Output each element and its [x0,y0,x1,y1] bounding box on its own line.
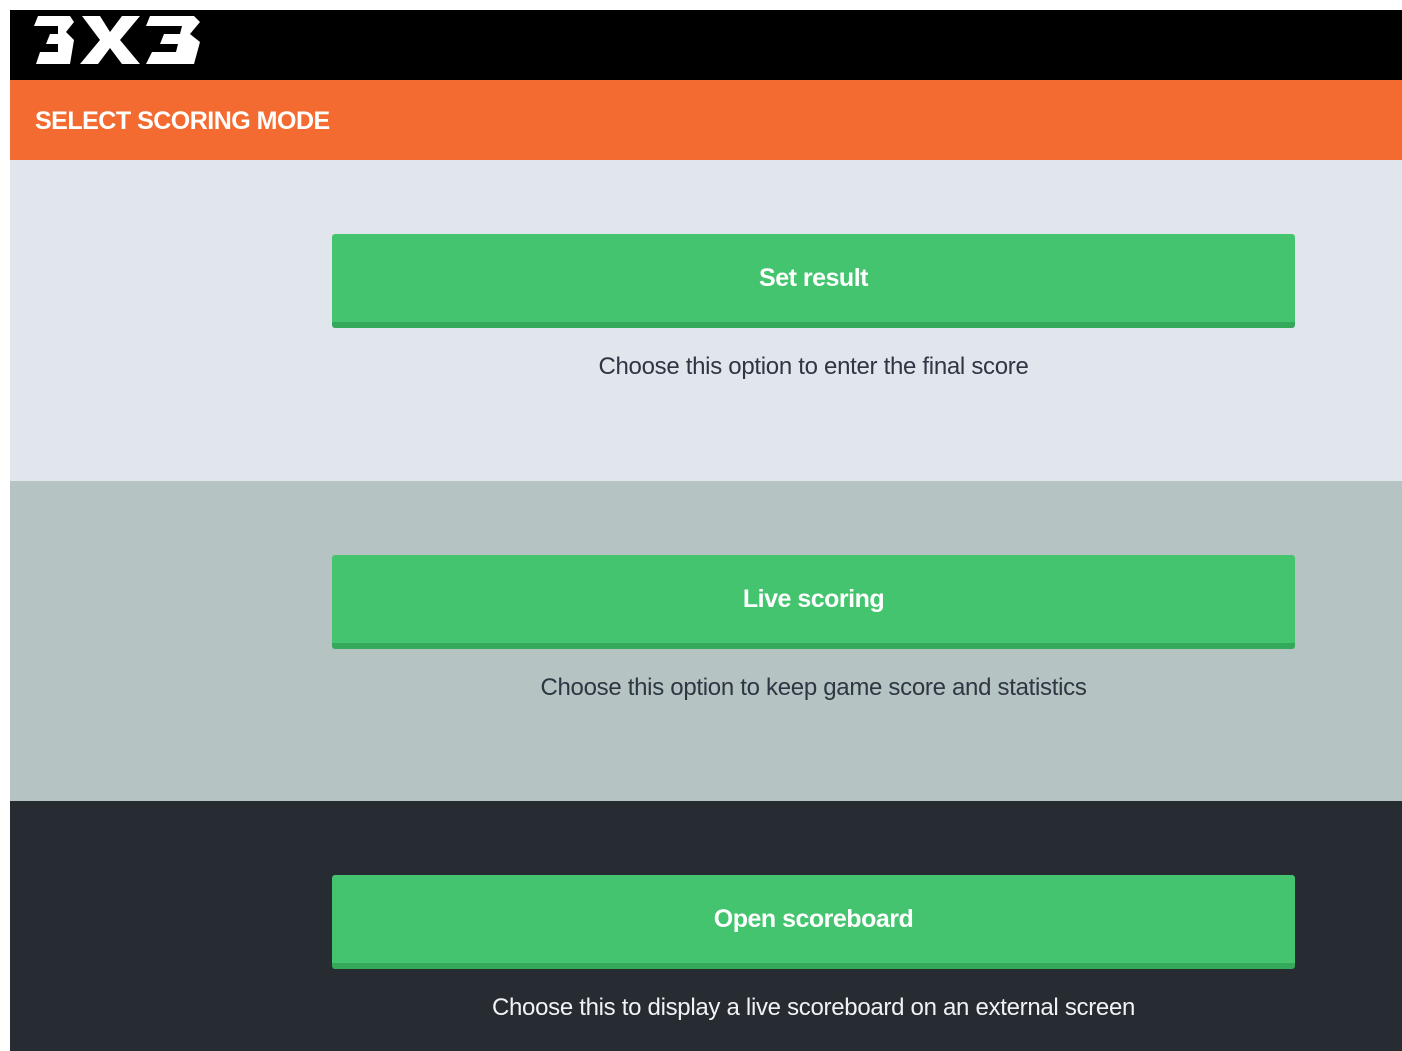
live-scoring-description: Choose this option to keep game score an… [540,674,1087,701]
set-result-description: Choose this option to enter the final sc… [598,353,1029,380]
option-live-scoring: Live scoring Choose this option to keep … [10,481,1402,802]
fiba-3x3-logo [34,16,200,64]
set-result-button[interactable]: Set result [332,234,1295,328]
page-title: SELECT SCORING MODE [35,107,330,135]
live-scoring-button[interactable]: Live scoring [332,555,1295,649]
open-scoreboard-description: Choose this to display a live scoreboard… [491,994,1136,1021]
top-header [10,10,1402,80]
app-frame: SELECT SCORING MODE Set result Choose th… [10,10,1402,1051]
open-scoreboard-button[interactable]: Open scoreboard [332,875,1295,969]
option-open-scoreboard: Open scoreboard Choose this to display a… [10,801,1402,1051]
option-set-result: Set result Choose this option to enter t… [10,160,1402,481]
page-title-bar: SELECT SCORING MODE [10,80,1402,160]
